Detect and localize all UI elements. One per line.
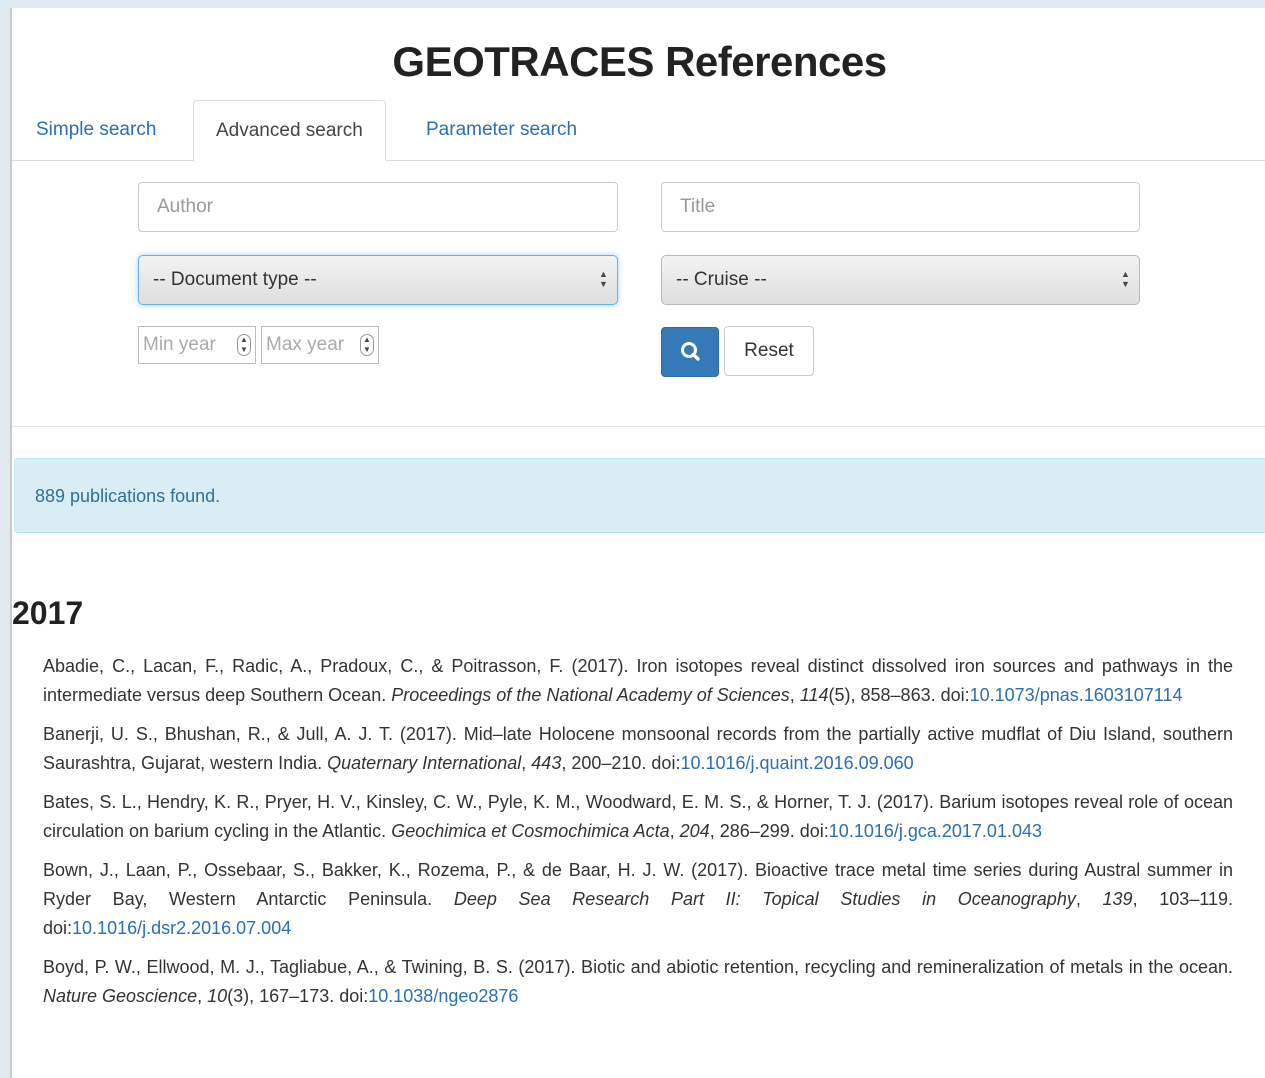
reference-volume: 443	[531, 753, 562, 773]
min-year-placeholder: Min year	[143, 334, 216, 355]
cruise-select[interactable]: -- Cruise -- ▲ ▼	[661, 255, 1140, 305]
year-heading: 2017	[12, 595, 84, 631]
doi-link[interactable]: 10.1073/pnas.1603107114	[970, 685, 1183, 705]
document-type-select[interactable]: -- Document type -- ▲ ▼	[138, 255, 618, 305]
max-year-placeholder: Max year	[266, 334, 345, 355]
reference-volume: 204	[679, 821, 710, 841]
min-year-input[interactable]: Min year ▲ ▼	[138, 326, 256, 364]
cruise-value: -- Cruise --	[676, 269, 767, 290]
reference-pages: , 200–210. doi:	[561, 753, 681, 773]
reference-journal: Geochimica et Cosmochimica Acta	[391, 821, 670, 841]
reference-volume: 114	[799, 685, 829, 705]
tab-simple-search[interactable]: Simple search	[14, 100, 178, 159]
select-arrows-icon: ▲ ▼	[1121, 269, 1130, 289]
stepper-icon[interactable]: ▲ ▼	[237, 334, 251, 356]
tab-parameter-search[interactable]: Parameter search	[404, 100, 599, 159]
results-count-alert: 889 publications found.	[14, 458, 1265, 533]
main-panel: GEOTRACES References Simple search Advan…	[10, 8, 1265, 1078]
reset-button[interactable]: Reset	[724, 326, 814, 376]
reference-citation: Boyd, P. W., Ellwood, M. J., Tagliabue, …	[43, 957, 1233, 977]
reference-journal: Nature Geoscience	[43, 986, 198, 1006]
doi-link[interactable]: 10.1038/ngeo2876	[368, 986, 518, 1006]
doi-link[interactable]: 10.1016/j.dsr2.2016.07.004	[72, 918, 291, 938]
page-title: GEOTRACES References	[392, 38, 887, 85]
reference-journal: Quaternary International	[327, 753, 522, 773]
divider	[12, 426, 1265, 427]
reference-list: Abadie, C., Lacan, F., Radic, A., Pradou…	[43, 652, 1233, 1021]
tab-advanced-search[interactable]: Advanced search	[193, 100, 386, 162]
reference-pages: , 286–299. doi:	[709, 821, 829, 841]
search-button[interactable]	[661, 327, 719, 377]
author-input[interactable]: Author	[138, 182, 618, 232]
reference-item: Boyd, P. W., Ellwood, M. J., Tagliabue, …	[43, 957, 1233, 1006]
title-input[interactable]: Title	[661, 182, 1140, 232]
search-tabs: Simple search Advanced search Parameter …	[12, 100, 1265, 162]
reference-pages: (5), 858–863. doi:	[828, 685, 970, 705]
doi-link[interactable]: 10.1016/j.quaint.2016.09.060	[680, 753, 913, 773]
reference-volume: 139	[1102, 889, 1133, 909]
search-icon	[681, 342, 700, 361]
stepper-icon[interactable]: ▲ ▼	[360, 334, 374, 356]
select-arrows-icon: ▲ ▼	[599, 269, 608, 289]
reference-journal: Proceedings of the National Academy of S…	[391, 685, 790, 705]
reference-journal: Deep Sea Research Part II: Topical Studi…	[453, 889, 1076, 909]
reference-item: Abadie, C., Lacan, F., Radic, A., Pradou…	[43, 656, 1233, 705]
doi-link[interactable]: 10.1016/j.gca.2017.01.043	[829, 821, 1042, 841]
reference-item: Bates, S. L., Hendry, K. R., Pryer, H. V…	[43, 792, 1233, 841]
max-year-input[interactable]: Max year ▲ ▼	[261, 326, 379, 364]
reference-volume: 10	[207, 986, 228, 1006]
reference-item: Bown, J., Laan, P., Ossebaar, S., Bakker…	[43, 860, 1233, 938]
reference-pages: (3), 167–173. doi:	[227, 986, 369, 1006]
reference-item: Banerji, U. S., Bhushan, R., & Jull, A. …	[43, 724, 1233, 773]
document-type-value: -- Document type --	[153, 269, 317, 290]
